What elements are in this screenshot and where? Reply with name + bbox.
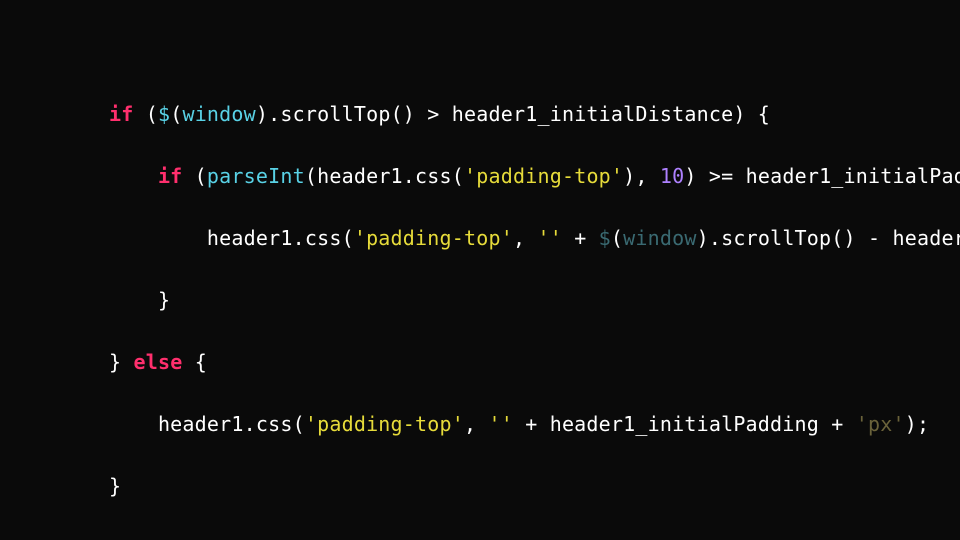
code-line: if ($(window).scrollTop() > header1_init…: [60, 99, 960, 130]
code-line: } else {: [60, 347, 960, 378]
code-line: }: [60, 471, 960, 502]
code-line: if (parseInt(header1.css('padding-top'),…: [60, 161, 960, 192]
code-editor[interactable]: + header0_initialPadding + 'px'); if ($(…: [0, 0, 960, 540]
code-line: header1.css('padding-top', '' + header1_…: [60, 409, 960, 440]
code-line: }: [60, 285, 960, 316]
code-line: header1.css('padding-top', '' + $(window…: [60, 223, 960, 254]
code-line: [60, 533, 960, 540]
code-line: + header0_initialPadding + 'px');: [60, 37, 960, 68]
